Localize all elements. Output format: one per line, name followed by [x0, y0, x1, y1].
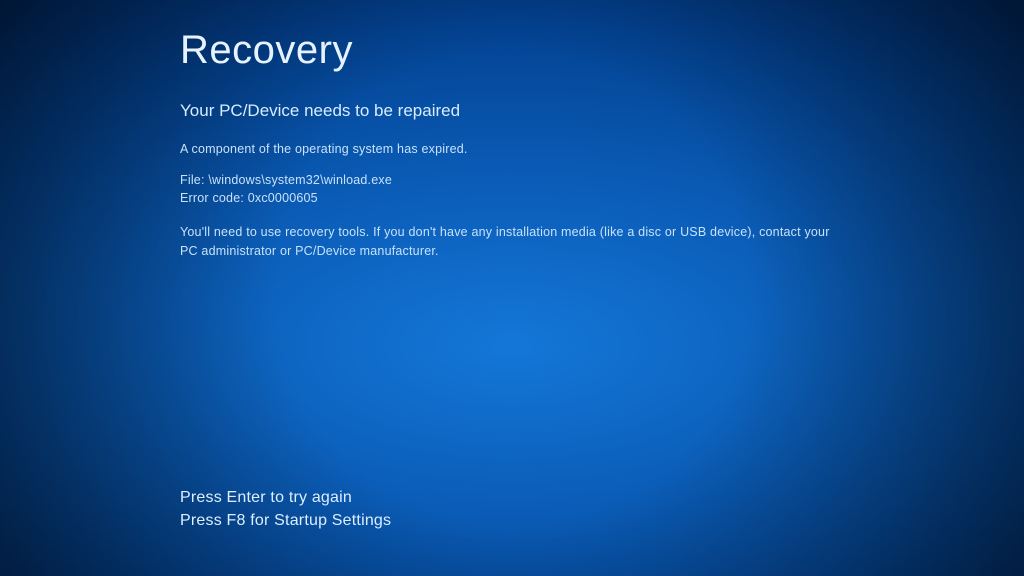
error-code-value: 0xc0000605 [248, 191, 318, 205]
option-f8[interactable]: Press F8 for Startup Settings [180, 509, 391, 532]
file-info: File: \windows\system32\winload.exe [180, 173, 844, 187]
option-enter[interactable]: Press Enter to try again [180, 486, 391, 509]
error-code-info: Error code: 0xc0000605 [180, 191, 844, 205]
page-title: Recovery [180, 28, 844, 73]
recovery-instructions: You'll need to use recovery tools. If yo… [180, 223, 844, 262]
error-message: A component of the operating system has … [180, 141, 844, 159]
file-label: File: [180, 173, 205, 187]
error-code-label: Error code: [180, 191, 244, 205]
keyboard-options: Press Enter to try again Press F8 for St… [180, 486, 391, 532]
recovery-screen: Recovery Your PC/Device needs to be repa… [0, 0, 1024, 576]
repair-subheading: Your PC/Device needs to be repaired [180, 101, 844, 121]
file-path: \windows\system32\winload.exe [208, 173, 392, 187]
